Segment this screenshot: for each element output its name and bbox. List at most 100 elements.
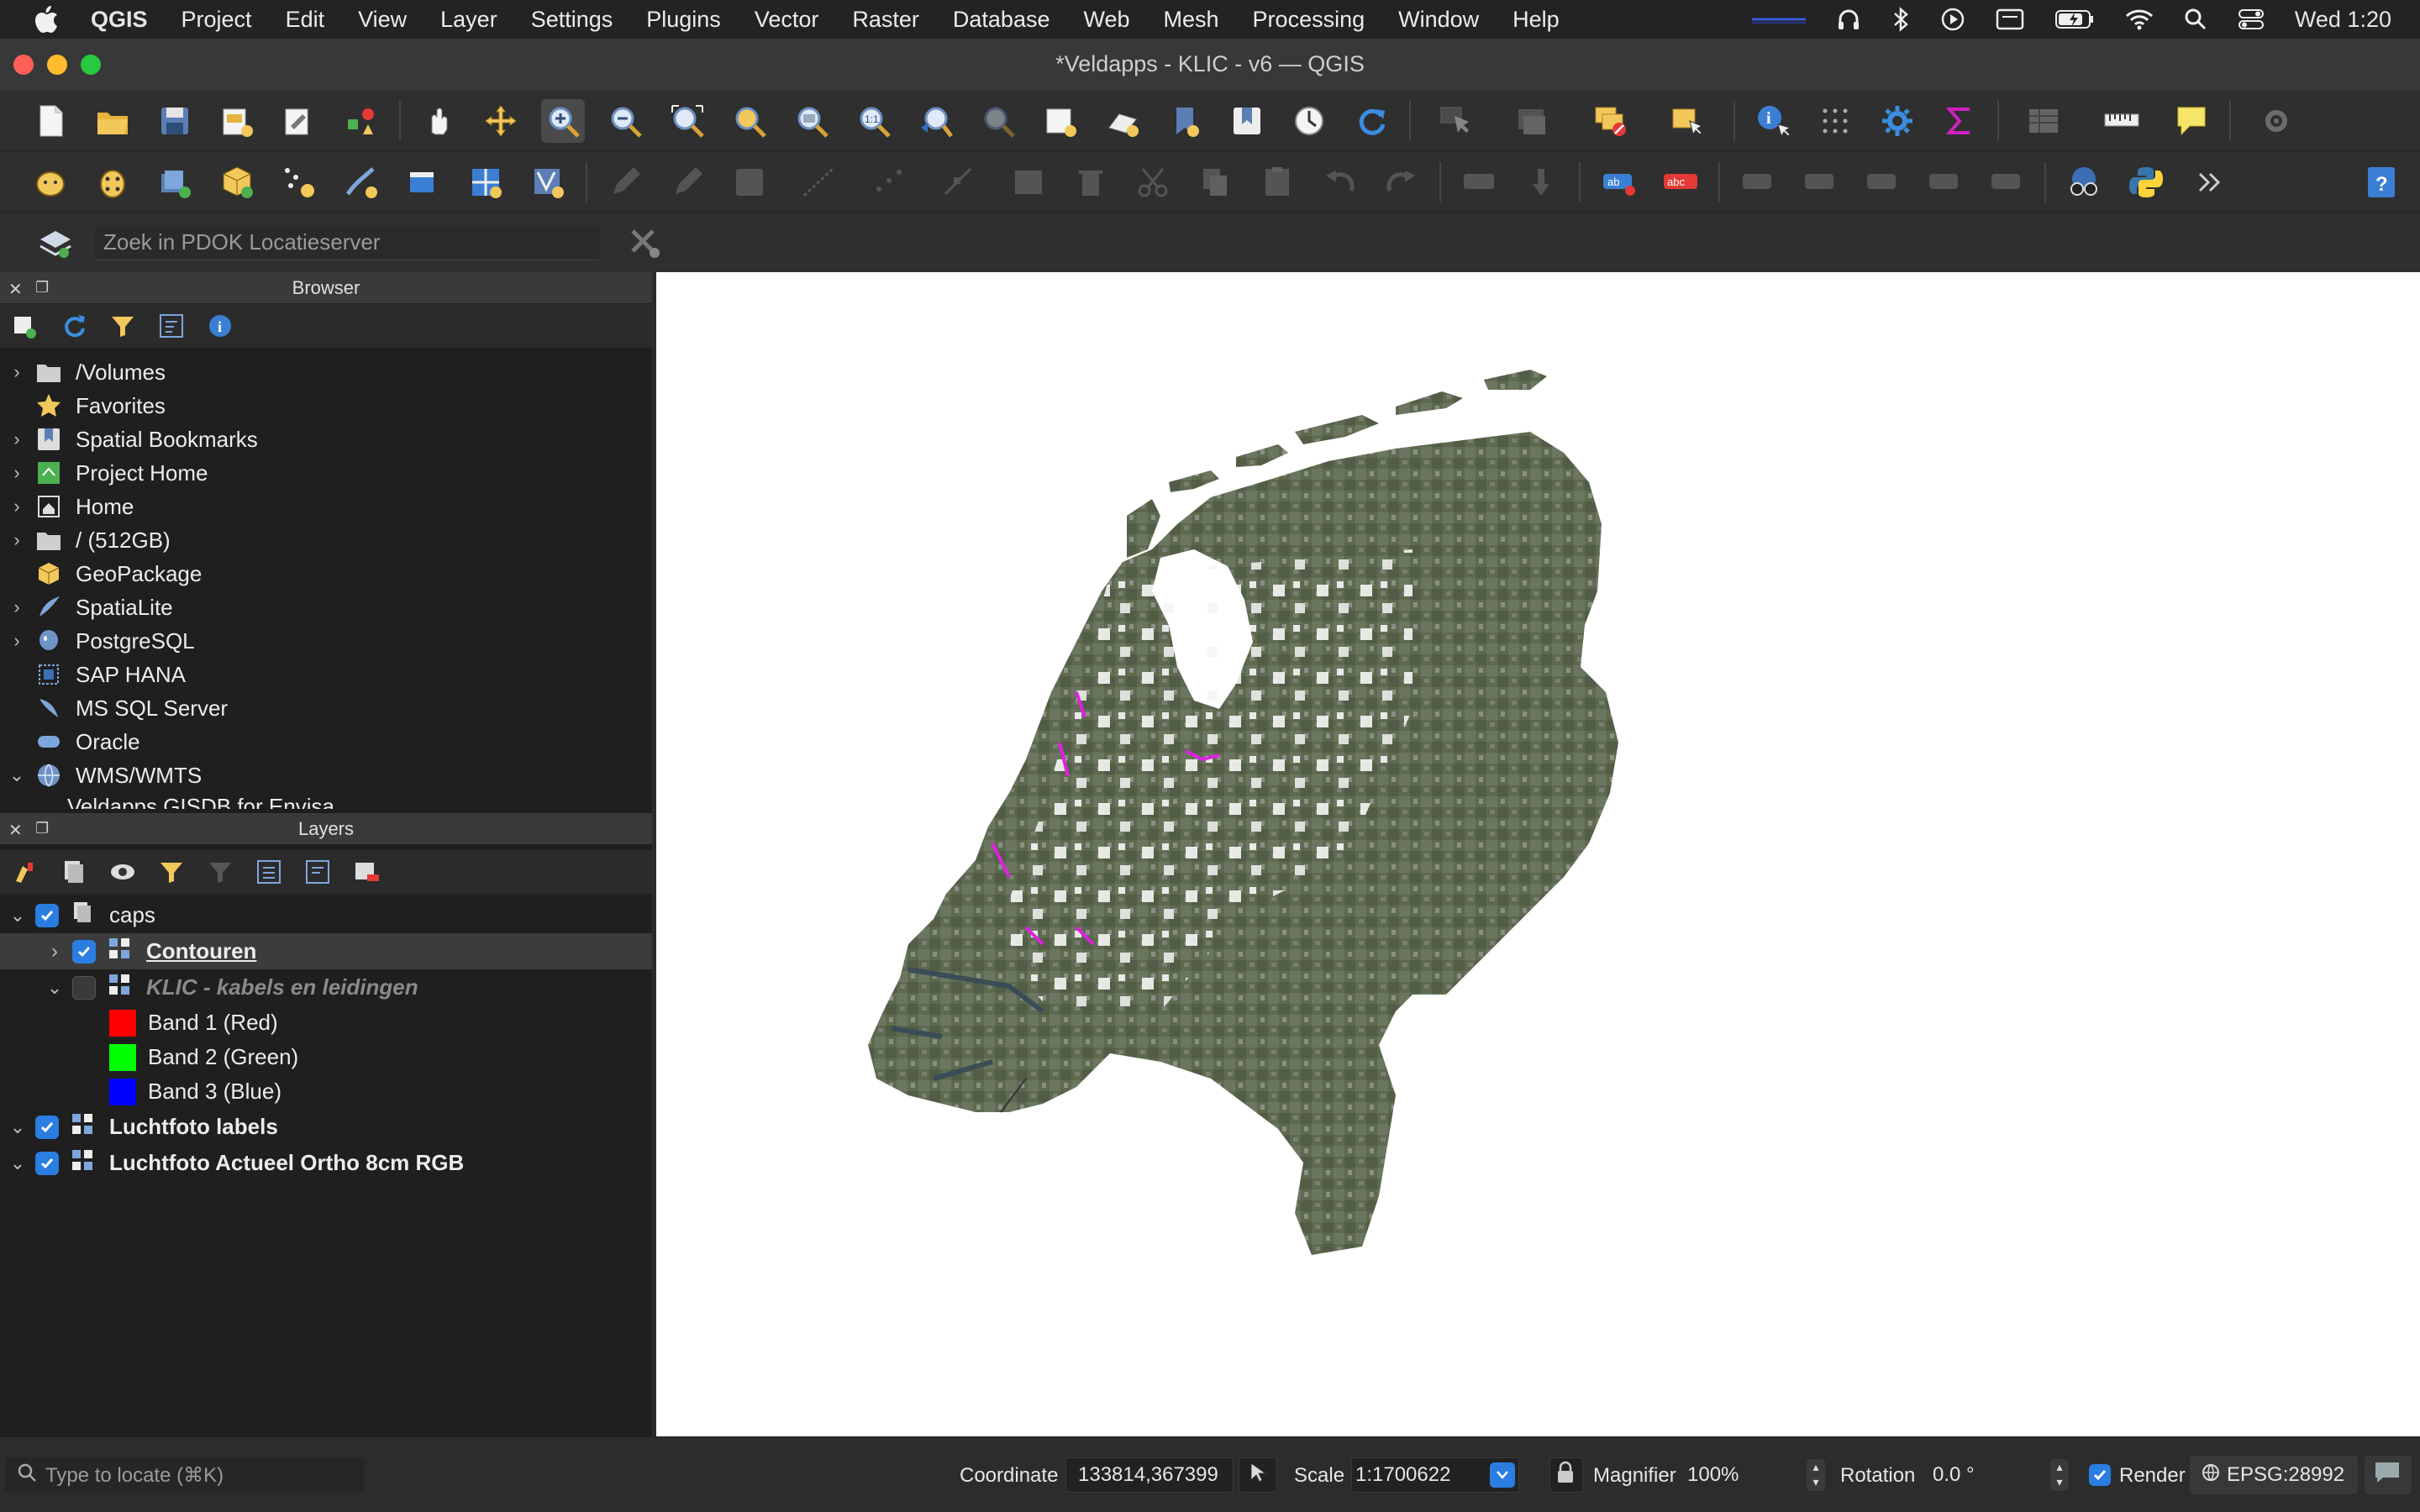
zoom-full-icon[interactable] [666,99,709,143]
close-panel-icon[interactable]: ✕ [8,820,23,841]
layer-group-caps[interactable]: ⌄ caps [0,897,652,933]
expand-chevron-icon[interactable]: › [0,428,34,450]
processing-toolbox-icon[interactable] [1876,99,1919,143]
open-layer-styling-icon[interactable] [8,855,42,889]
expand-chevron-icon[interactable]: › [37,940,72,963]
refresh-browser-icon[interactable] [57,309,91,343]
menu-web[interactable]: Web [1083,7,1129,33]
identify-features-icon[interactable]: i [1751,99,1795,143]
cut-features-icon[interactable] [1131,160,1175,204]
zoom-native-resolution-icon[interactable]: 1:1 [852,99,896,143]
filter-legend-icon[interactable] [155,855,188,889]
python-console-icon[interactable] [2124,160,2168,204]
toolbar-overflow-icon[interactable] [2186,160,2230,204]
display-icon[interactable] [1996,8,2024,31]
new-spatial-bookmark-icon[interactable] [1163,99,1207,143]
copy-features-icon[interactable] [1193,160,1237,204]
statistics-sum-icon[interactable] [1938,99,1981,143]
toggle-extents-button[interactable] [1239,1457,1277,1493]
play-icon[interactable] [1940,7,1965,32]
select-by-value-icon[interactable] [1504,99,1563,143]
paste-features-icon[interactable] [1255,160,1299,204]
layer-visibility-checkbox[interactable] [72,939,96,963]
remove-layer-icon[interactable] [350,855,383,889]
save-project-icon[interactable] [153,99,197,143]
menu-layer[interactable]: Layer [440,7,497,33]
rotation-spinbox[interactable]: 0.0 ° ▴ ▾ [1926,1457,2069,1493]
menu-mesh[interactable]: Mesh [1164,7,1219,33]
audio-level-icon[interactable] [1751,11,1806,28]
layer-luchtfoto-labels[interactable]: ⌄ Luchtfoto labels [0,1109,652,1145]
layer-visibility-checkbox[interactable] [35,1115,59,1139]
attribute-table-icon[interactable] [2015,99,2074,143]
magnifier-spinbox[interactable]: 100% ▴ ▾ [1681,1457,1825,1493]
new-virtual-raster-icon[interactable] [526,160,570,204]
settings-gear-icon[interactable] [2247,99,2306,143]
zoom-to-selection-icon[interactable] [728,99,771,143]
menu-window[interactable]: Window [1398,7,1479,33]
menu-help[interactable]: Help [1512,7,1560,33]
browser-item-postgresql[interactable]: › PostgreSQL [0,624,652,658]
layer-visibility-checkbox[interactable] [35,1151,59,1175]
collapse-all-icon[interactable] [155,309,188,343]
toggle-editing-icon[interactable] [603,160,647,204]
float-panel-icon[interactable]: ❐ [35,279,49,297]
ladybug-plugin-icon[interactable] [91,160,134,204]
label-pin-icon[interactable] [1519,160,1563,204]
new-virtual-layer-icon[interactable] [464,160,508,204]
label-tool-icon[interactable] [1457,160,1501,204]
label-move-icon[interactable] [1736,160,1780,204]
undo-icon[interactable] [1318,160,1361,204]
label-pin-unpin-icon[interactable] [1985,160,2028,204]
new-project-icon[interactable] [29,99,72,143]
browser-item-home[interactable]: › Home [0,490,652,523]
modify-attributes-icon[interactable] [1007,160,1050,204]
map-canvas[interactable] [656,272,2420,1436]
browser-item-volumes[interactable]: › /Volumes [0,355,652,389]
menu-raster[interactable]: Raster [852,7,919,33]
new-3d-map-view-icon[interactable] [1101,99,1144,143]
open-project-icon[interactable] [91,99,134,143]
browser-item-sap-hana[interactable]: SAP HANA [0,658,652,691]
expand-chevron-icon[interactable]: › [0,496,34,517]
delete-selected-icon[interactable] [1069,160,1113,204]
edit-pencil-icon[interactable] [666,160,709,204]
map-tips-icon[interactable] [2170,99,2213,143]
filter-browser-icon[interactable] [106,309,139,343]
bluetooth-icon[interactable] [1891,7,1910,32]
layer-contouren[interactable]: › Contouren [0,933,652,969]
menu-plugins[interactable]: Plugins [646,7,721,33]
menubar-clock[interactable]: Wed 1:20 [2295,7,2391,33]
zoom-in-icon[interactable] [541,99,585,143]
expand-chevron-icon[interactable]: › [0,529,34,551]
browser-item-wms-wmts[interactable]: ⌄ WMS/WMTS [0,759,652,792]
label-toolbar-abc-icon[interactable]: abc [1659,160,1702,204]
menu-settings[interactable]: Settings [531,7,613,33]
new-map-view-icon[interactable] [1039,99,1082,143]
select-by-location-icon[interactable] [1659,99,1718,143]
redo-icon[interactable] [1380,160,1423,204]
expand-chevron-icon[interactable]: › [0,361,34,383]
show-bookmarks-icon[interactable] [1225,99,1269,143]
stepper-arrows-icon[interactable]: ▴ ▾ [2050,1459,2069,1491]
scale-combobox[interactable]: 1:1700622 [1351,1457,1519,1493]
menu-vector[interactable]: Vector [755,7,819,33]
browser-item-spatialite[interactable]: › SpatiaLite [0,591,652,624]
digitize-line-icon[interactable] [790,160,849,204]
new-geopackage-layer-icon[interactable] [215,160,259,204]
messages-button[interactable] [2365,1456,2412,1494]
new-polygon-layer-icon[interactable] [402,160,445,204]
layer-klic[interactable]: ⌄ KLIC - kabels en leidingen [0,969,652,1005]
apple-menu-icon[interactable] [29,3,62,36]
pdok-search-input[interactable]: Zoek in PDOK Locatieserver [95,224,599,260]
label-rotate-icon[interactable] [1860,160,1904,204]
spotlight-search-icon[interactable] [2184,8,2207,31]
app-menu-qgis[interactable]: QGIS [91,7,148,33]
new-line-layer-icon[interactable] [339,160,383,204]
pdok-layers-icon[interactable] [29,221,82,265]
search-binoculars-icon[interactable] [2062,160,2106,204]
browser-item-oracle[interactable]: Oracle [0,725,652,759]
control-center-icon[interactable] [2238,8,2265,31]
deselect-features-icon[interactable] [1581,99,1640,143]
plugin-manager-icon[interactable] [29,160,72,204]
